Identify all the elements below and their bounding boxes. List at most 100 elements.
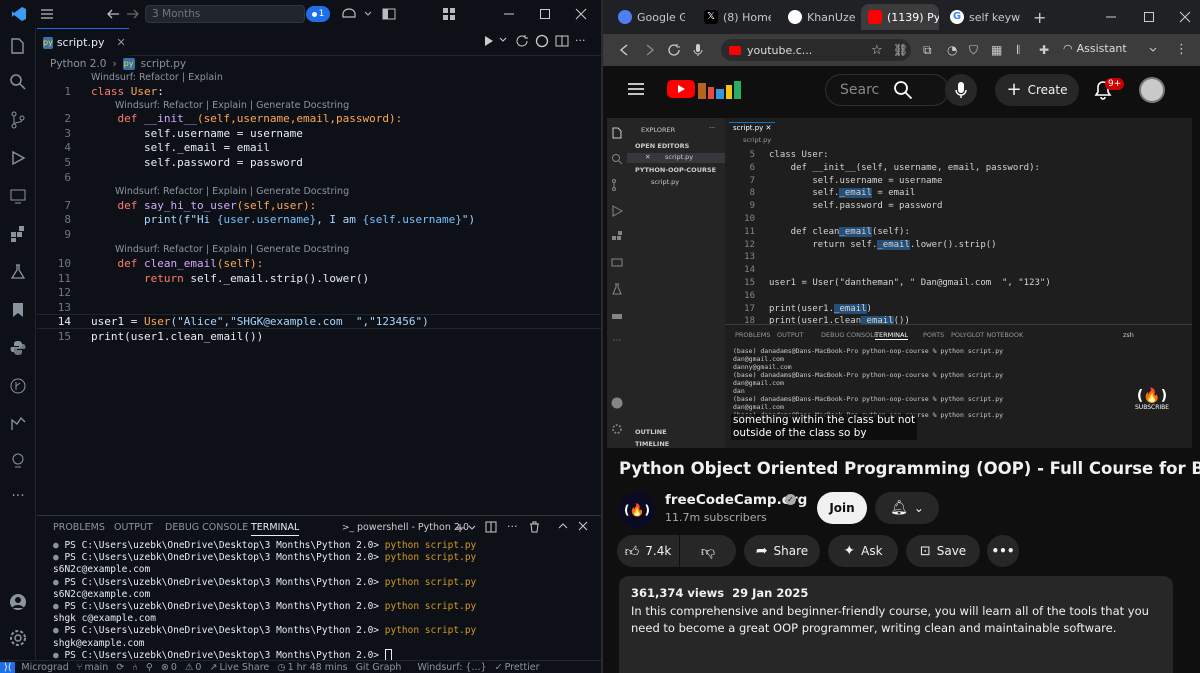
layout-icon[interactable] [376,0,402,28]
share-link-icon[interactable]: ⛓ [893,43,908,57]
menu-icon[interactable] [34,0,60,28]
code-lens[interactable]: Windsurf: Refactor | Explain | Generate … [115,244,349,255]
channel-watermark[interactable]: (🔥) SUBSCRIBE [1135,388,1169,411]
more-actions-button[interactable]: ••• [987,535,1019,567]
run-file-icon[interactable] [483,35,495,47]
video-player[interactable]: ··· EXPLORER ··· OPEN EDITORS ✕ script.p… [607,118,1192,448]
youtube-logo-icon[interactable] [667,79,695,99]
panel-tab-output[interactable]: OUTPUT [114,522,153,533]
code-lens[interactable]: Windsurf: Refactor | Explain | Generate … [115,100,349,111]
timeline-icon[interactable] [6,412,30,436]
share-button[interactable]: ➦ Share [744,535,820,567]
status-problems[interactable]: 0 [171,662,177,673]
search-icon[interactable] [6,70,30,94]
panel-tab-terminal[interactable]: TERMINAL [251,522,300,536]
youtube-search-box[interactable]: Searc [825,74,949,106]
create-button[interactable]: + Create [995,74,1079,106]
close-panel-icon[interactable] [578,521,588,531]
puzzle-icon[interactable]: ✚ [1039,43,1049,57]
like-button[interactable]: 👍︎ 7.4k [617,535,679,567]
description-box[interactable]: 361,374 views 29 Jan 2025 In this compre… [619,576,1173,673]
shield-icon[interactable]: ⛉ [969,43,978,58]
command-center[interactable]: 3 Months [145,5,305,23]
account-icon[interactable] [6,590,30,614]
split-editor-icon[interactable] [555,34,569,48]
terminal-name[interactable]: powershell - Python 2.0 [357,522,469,533]
browser-tab-x[interactable]: 𝕏 (8) Home [697,4,771,30]
status-branch[interactable]: main [84,662,108,673]
apps-icon[interactable]: ▦ [991,43,1002,57]
remote-explorer-icon[interactable] [6,184,30,208]
close-icon[interactable] [568,0,594,28]
reload-icon[interactable] [667,43,681,57]
dashboard-icon[interactable]: ◔ [947,43,957,57]
ask-button[interactable]: ✦ Ask [828,535,898,567]
status-windsurf[interactable]: Windsurf: {...} [417,662,486,673]
tab-script-py[interactable]: py script.py ✕ [37,28,129,56]
kebab-menu-icon[interactable]: ⋮ [1175,42,1188,57]
code-lens[interactable]: Windsurf: Refactor | Explain | Generate … [115,186,349,197]
breadcrumb-folder[interactable]: Python 2.0 [50,58,106,70]
settings-gear-icon[interactable] [6,626,30,650]
bookmark-icon[interactable] [6,298,30,322]
run-debug-icon[interactable] [6,146,30,170]
minimize-icon[interactable] [496,0,522,28]
extensions-icon[interactable] [436,0,462,28]
more-actions-icon[interactable]: ··· [507,520,518,533]
close-icon[interactable] [1179,11,1191,23]
refresh-icon[interactable] [515,34,529,48]
chevron-down-icon[interactable] [468,525,476,531]
hamburger-menu-icon[interactable] [627,82,645,96]
status-warnings[interactable]: 0 [195,662,201,673]
debug-icon[interactable]: ⚲ [146,662,153,673]
more-icon[interactable]: ··· [6,484,30,508]
search-icon[interactable] [893,80,913,100]
back-icon[interactable] [619,44,629,56]
browser-tab-google[interactable]: Google G [611,4,685,30]
close-tab-icon[interactable]: ✕ [116,36,125,49]
chevron-down-icon[interactable] [499,37,507,43]
maximize-icon[interactable] [532,0,558,28]
bookmark-star-icon[interactable]: ☆ [871,43,883,58]
git-graph-icon[interactable] [6,374,30,398]
panel-tab-debug-console[interactable]: DEBUG CONSOLE [165,522,248,533]
minimize-icon[interactable] [1105,11,1117,23]
sync-icon[interactable]: ⟳ [116,662,124,673]
avatar[interactable] [1139,77,1165,103]
fork-icon[interactable]: ⑃ [132,662,138,673]
chevron-down-icon[interactable] [1149,47,1157,53]
audio-icon[interactable]: 𝄃 [1017,43,1020,58]
status-gitgraph[interactable]: Git Graph [356,662,402,673]
mic-icon[interactable] [693,43,703,57]
join-button[interactable]: Join [817,492,867,524]
extensions-icon[interactable] [6,222,30,246]
maximize-panel-icon[interactable] [558,521,568,531]
browser-tab-github[interactable]: KhanUzer [781,4,855,30]
windsurf-icon[interactable] [6,448,30,472]
chatgpt-icon[interactable] [535,34,549,48]
notification-badge[interactable]: 1 [306,6,330,22]
code-editor[interactable]: Windsurf: Refactor | Explain 1 class Use… [37,72,601,512]
maximize-icon[interactable] [1143,11,1155,23]
forward-icon[interactable] [645,44,655,56]
status-liveshare[interactable]: Live Share [219,662,269,673]
channel-avatar[interactable]: (🔥) [619,492,655,528]
add-terminal-icon[interactable]: + [455,521,465,535]
remote-icon[interactable]: ⟩⟨ [0,661,16,673]
extension-icon[interactable]: ⧉ [923,43,932,58]
split-terminal-icon[interactable] [485,521,497,533]
assistant-button[interactable]: ◠ Assistant [1063,42,1127,55]
source-control-icon[interactable] [6,108,30,132]
status-prettier[interactable]: Prettier [505,662,540,673]
breadcrumb-file[interactable]: script.py [141,58,186,70]
testing-icon[interactable] [6,260,30,284]
browser-tab-youtube[interactable]: (1139) Pyt [861,4,939,30]
save-button[interactable]: ⊡ Save [906,535,980,567]
dislike-button[interactable]: 👎︎ [680,535,736,567]
explorer-icon[interactable] [6,34,30,58]
trash-icon[interactable] [529,521,540,533]
status-project[interactable]: Micrograd [21,662,68,673]
more-actions-icon[interactable]: ··· [575,34,586,47]
browser-tab-google-search[interactable]: Gself keyw [943,4,1027,30]
panel-tab-problems[interactable]: PROBLEMS [53,522,105,533]
